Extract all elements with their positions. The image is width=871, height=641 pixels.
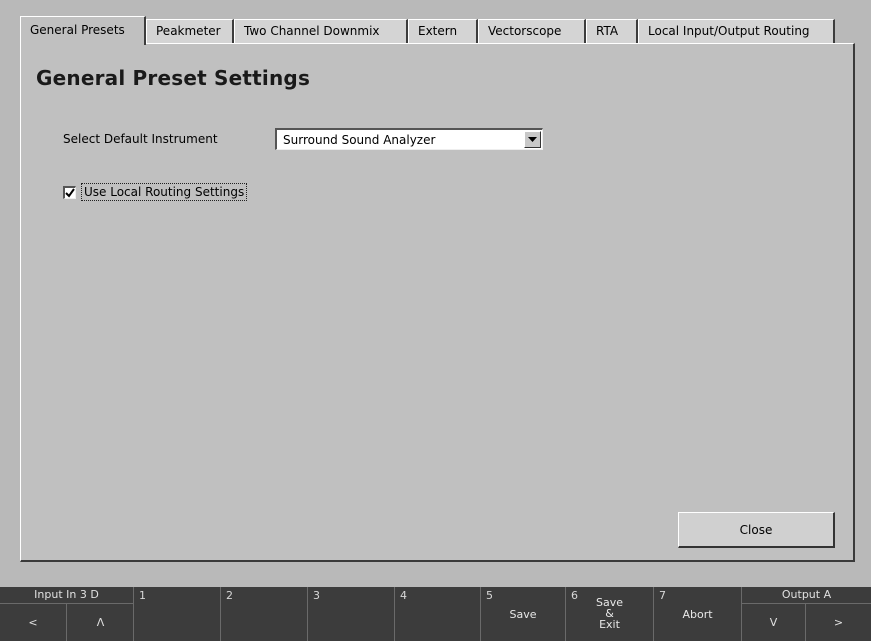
save-exit-label: Save & Exit <box>595 596 623 631</box>
function-key-bar: Input In 3 D < Λ 1 2 3 4 5 Save 6 Save &… <box>0 587 871 641</box>
tab-label: Peakmeter <box>156 24 221 38</box>
key-number: 5 <box>486 589 493 602</box>
function-key-1[interactable]: 1 <box>134 587 221 641</box>
output-title: Output A <box>742 587 871 604</box>
checkmark-icon <box>65 187 75 198</box>
abort-key[interactable]: 7 Abort <box>654 587 742 641</box>
key-number: 7 <box>659 589 666 602</box>
tab-two-channel-downmix[interactable]: Two Channel Downmix <box>234 19 408 43</box>
tab-label: General Presets <box>30 23 125 37</box>
tab-label: RTA <box>596 24 619 38</box>
local-routing-checkbox[interactable] <box>63 185 76 199</box>
save-key[interactable]: 5 Save <box>481 587 566 641</box>
function-key-3[interactable]: 3 <box>308 587 395 641</box>
tab-extern[interactable]: Extern <box>408 19 478 43</box>
tab-general-presets[interactable]: General Presets <box>20 16 146 45</box>
instrument-label: Select Default Instrument <box>63 132 218 146</box>
chevron-down-icon[interactable] <box>524 131 541 148</box>
tab-peakmeter[interactable]: Peakmeter <box>146 19 234 43</box>
input-group: Input In 3 D < Λ <box>0 587 134 641</box>
function-key-2[interactable]: 2 <box>221 587 308 641</box>
settings-panel: General Preset Settings Select Default I… <box>20 43 855 562</box>
tab-label: Local Input/Output Routing <box>648 24 810 38</box>
key-number: 4 <box>400 589 407 602</box>
key-number: 2 <box>226 589 233 602</box>
prev-button[interactable]: < <box>0 604 67 641</box>
up-button[interactable]: Λ <box>67 604 134 641</box>
tab-local-io-routing[interactable]: Local Input/Output Routing <box>638 19 835 43</box>
save-label: Save <box>509 608 537 621</box>
tab-vectorscope[interactable]: Vectorscope <box>478 19 586 43</box>
key-number: 1 <box>139 589 146 602</box>
page-title: General Preset Settings <box>36 66 311 90</box>
instrument-select[interactable]: Surround Sound Analyzer <box>275 128 543 150</box>
save-exit-key[interactable]: 6 Save & Exit <box>566 587 654 641</box>
down-button[interactable]: V <box>742 604 806 641</box>
tab-rta[interactable]: RTA <box>586 19 638 43</box>
tab-label: Extern <box>418 24 458 38</box>
instrument-select-value: Surround Sound Analyzer <box>283 133 436 147</box>
close-button[interactable]: Close <box>678 512 835 548</box>
output-group: Output A V > <box>742 587 871 641</box>
key-number: 3 <box>313 589 320 602</box>
local-routing-option[interactable]: Use Local Routing Settings <box>63 183 248 201</box>
function-key-4[interactable]: 4 <box>395 587 481 641</box>
next-button[interactable]: > <box>806 604 871 641</box>
input-title: Input In 3 D <box>0 587 133 604</box>
abort-label: Abort <box>682 608 713 621</box>
local-routing-label[interactable]: Use Local Routing Settings <box>81 183 248 201</box>
tab-label: Vectorscope <box>488 24 562 38</box>
tab-label: Two Channel Downmix <box>244 24 380 38</box>
